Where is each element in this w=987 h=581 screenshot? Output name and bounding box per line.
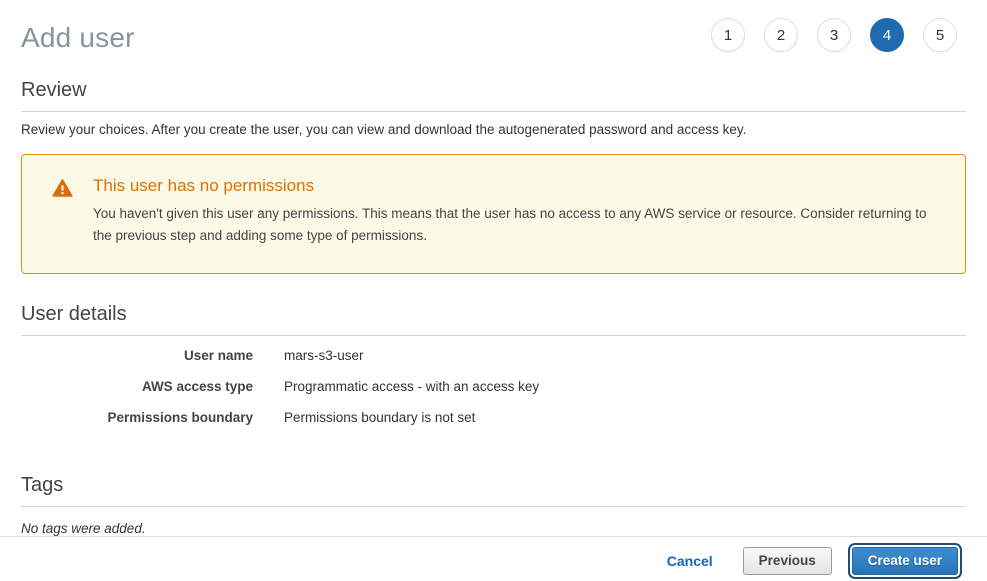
warning-text-block: This user has no permissions You haven't… [93, 176, 929, 247]
warning-triangle-icon [52, 178, 73, 203]
previous-button[interactable]: Previous [743, 547, 832, 575]
access-type-label: AWS access type [21, 379, 253, 394]
cancel-button[interactable]: Cancel [667, 553, 713, 569]
permissions-boundary-label: Permissions boundary [21, 410, 253, 425]
user-details-rows: User name mars-s3-user AWS access type P… [21, 348, 966, 441]
step-3[interactable]: 3 [817, 18, 851, 52]
user-details-heading: User details [21, 303, 966, 336]
page-title: Add user [21, 22, 135, 54]
permissions-boundary-value: Permissions boundary is not set [284, 410, 475, 425]
access-type-value: Programmatic access - with an access key [284, 379, 539, 394]
warning-body: You haven't given this user any permissi… [93, 203, 929, 247]
tags-empty-message: No tags were added. [21, 521, 966, 536]
create-user-button[interactable]: Create user [852, 547, 958, 575]
no-permissions-warning-banner: This user has no permissions You haven't… [21, 154, 966, 274]
review-heading: Review [21, 79, 966, 112]
step-indicator: 1 2 3 4 5 [711, 18, 966, 52]
main-content: Review Review your choices. After you cr… [0, 79, 987, 536]
review-section: Review Review your choices. After you cr… [21, 79, 966, 137]
step-1[interactable]: 1 [711, 18, 745, 52]
table-row: Permissions boundary Permissions boundar… [21, 410, 966, 441]
warning-title: This user has no permissions [93, 176, 929, 196]
user-details-section: User details User name mars-s3-user AWS … [21, 303, 966, 441]
wizard-header: Add user 1 2 3 4 5 [0, 0, 987, 54]
step-2[interactable]: 2 [764, 18, 798, 52]
table-row: User name mars-s3-user [21, 348, 966, 379]
step-5[interactable]: 5 [923, 18, 957, 52]
table-row: AWS access type Programmatic access - wi… [21, 379, 966, 410]
tags-section: Tags No tags were added. [21, 474, 966, 536]
wizard-footer: Cancel Previous Create user [0, 536, 987, 575]
user-name-label: User name [21, 348, 253, 363]
tags-heading: Tags [21, 474, 966, 507]
step-4-active[interactable]: 4 [870, 18, 904, 52]
user-name-value: mars-s3-user [284, 348, 364, 363]
review-description: Review your choices. After you create th… [21, 122, 966, 137]
